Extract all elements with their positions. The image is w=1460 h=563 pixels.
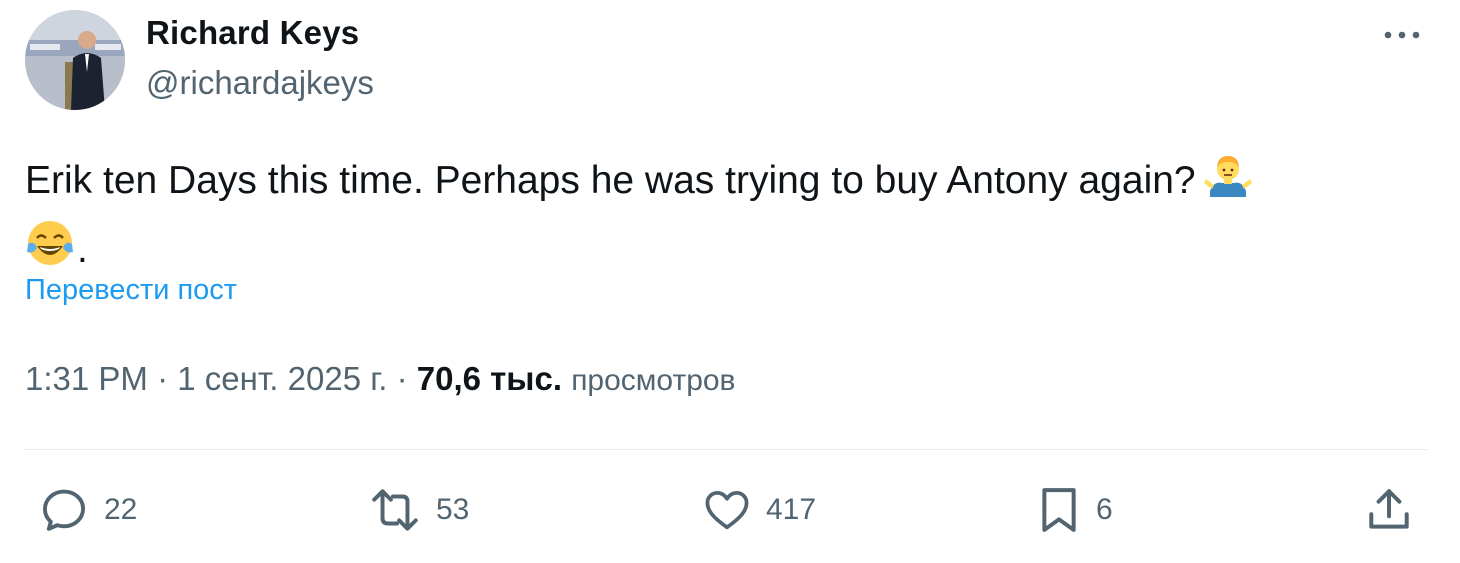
man-shrugging-emoji: [1203, 151, 1252, 218]
like-count: 417: [766, 493, 817, 526]
reply-button[interactable]: 22: [38, 480, 137, 540]
tweet-text-main: Erik ten Days this time. Perhaps he was …: [25, 159, 1196, 202]
author-handle[interactable]: @richardajkeys: [146, 64, 374, 102]
tweet-text-line-1: Erik ten Days this time. Perhaps he was …: [25, 150, 1425, 218]
tweet-meta: 1:31 PM · 1 сент. 2025 г. · 70,6 тыс. пр…: [25, 360, 736, 398]
share-button[interactable]: [1364, 480, 1414, 540]
reply-icon: [42, 489, 86, 531]
tweet-card: Richard Keys @richardajkeys Erik ten Day…: [0, 0, 1460, 563]
meta-separator: ·: [157, 360, 169, 397]
divider: [25, 449, 1428, 450]
meta-separator: ·: [396, 360, 408, 397]
translate-post-link[interactable]: Перевести пост: [25, 274, 237, 307]
bookmark-button[interactable]: 6: [1036, 480, 1113, 540]
reply-count: 22: [104, 493, 138, 526]
bookmark-count: 6: [1096, 493, 1113, 526]
views-label: просмотров: [571, 364, 736, 397]
tweet-text-suffix: .: [77, 228, 88, 271]
action-bar: 22 53 417 6: [0, 480, 1460, 540]
share-icon: [1369, 489, 1409, 529]
more-horizontal-icon: [1384, 31, 1420, 39]
like-button[interactable]: 417: [702, 480, 816, 540]
bookmark-icon: [1042, 488, 1076, 532]
tweet-time[interactable]: 1:31 PM: [25, 360, 148, 397]
avatar[interactable]: [25, 10, 125, 110]
heart-icon: [705, 491, 749, 530]
views-count: 70,6 тыс.: [416, 360, 563, 397]
repost-icon: [372, 489, 418, 531]
tweet-text: Erik ten Days this time. Perhaps he was …: [25, 150, 1425, 287]
repost-button[interactable]: 53: [368, 480, 469, 540]
author-name[interactable]: Richard Keys: [146, 14, 359, 52]
more-options-button[interactable]: [1380, 20, 1424, 50]
repost-count: 53: [436, 493, 470, 526]
tweet-date[interactable]: 1 сент. 2025 г.: [177, 360, 387, 397]
